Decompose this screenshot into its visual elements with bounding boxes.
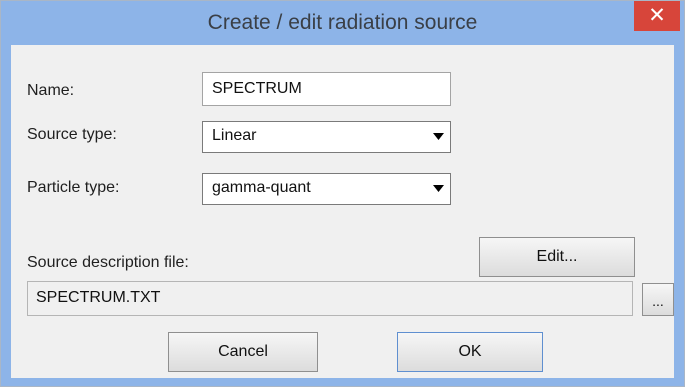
radiation-source-dialog: Create / edit radiation source ✕ Name: S… xyxy=(0,0,685,387)
chevron-down-icon xyxy=(433,133,444,140)
source-type-select[interactable]: Linear xyxy=(202,121,451,153)
dialog-title: Create / edit radiation source xyxy=(207,11,478,34)
source-file-label: Source description file: xyxy=(27,254,189,271)
name-label: Name: xyxy=(27,82,75,99)
particle-type-selected-value: gamma-quant xyxy=(212,179,311,196)
browse-button[interactable]: ... xyxy=(642,283,674,316)
particle-type-select[interactable]: gamma-quant xyxy=(202,173,451,205)
particle-type-label: Particle type: xyxy=(27,179,120,196)
source-type-label: Source type: xyxy=(27,126,117,143)
close-button[interactable]: ✕ xyxy=(634,1,680,31)
name-input[interactable]: SPECTRUM xyxy=(202,72,451,106)
chevron-down-icon xyxy=(433,185,444,192)
source-type-dropdown-button[interactable] xyxy=(429,124,448,148)
close-icon: ✕ xyxy=(648,4,666,27)
dialog-body: Name: SPECTRUM Source type: Linear Parti… xyxy=(11,45,674,378)
particle-type-dropdown-button[interactable] xyxy=(429,176,448,200)
cancel-button[interactable]: Cancel xyxy=(168,332,318,372)
edit-button[interactable]: Edit... xyxy=(479,237,635,277)
source-file-field[interactable]: SPECTRUM.TXT xyxy=(27,281,633,316)
source-type-selected-value: Linear xyxy=(212,127,257,144)
title-bar[interactable]: Create / edit radiation source ✕ xyxy=(1,1,684,45)
ok-button[interactable]: OK xyxy=(397,332,543,372)
